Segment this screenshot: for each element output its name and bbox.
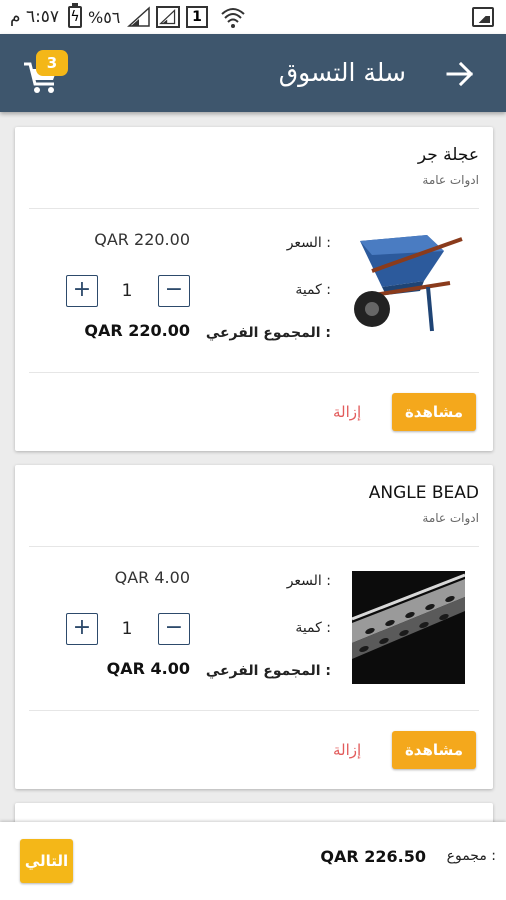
decrease-quantity-button[interactable]: − [158,613,190,645]
quantity-label: كمية : [295,620,331,636]
quantity-label: كمية : [295,282,331,298]
divider [29,372,479,373]
price-label: السعر : [286,573,331,589]
subtotal-value: QAR 220.00 [84,321,190,340]
price-value: QAR 4.00 [114,568,190,587]
battery-charging-icon [68,3,82,28]
price-label: السعر : [286,235,331,251]
increase-quantity-button[interactable]: + [66,275,98,307]
product-category: ادوات عامة [422,173,479,187]
wifi-icon [221,8,245,28]
cart-item-card: ANGLE BEAD ادوات عامة السعر : QAR 4.00 ك… [15,465,493,789]
view-button[interactable]: مشاهدة [392,731,476,769]
signal-icon [127,6,150,27]
sim-icon: 1 [186,6,208,28]
angle-bead-image [352,571,465,684]
divider [29,208,479,209]
price-value: QAR 220.00 [94,230,190,249]
cart-item-card: عجلة جر ادوات عامة السعر : QAR 220.00 كم… [15,127,493,451]
increase-quantity-button[interactable]: + [66,613,98,645]
checkout-footer: مجموع : QAR 226.50 التالي [0,822,506,900]
subtotal-value: QAR 4.00 [106,659,190,678]
quantity-value: 1 [121,281,133,301]
battery-percent: %٥٦ [88,7,121,27]
view-button[interactable]: مشاهدة [392,393,476,431]
next-button[interactable]: التالي [20,839,73,883]
page-title: سلة التسوق [278,58,406,87]
product-category: ادوات عامة [422,511,479,525]
signal-icon [156,6,180,28]
total-value: QAR 226.50 [320,847,426,866]
subtotal-label: المجموع الفرعي : [205,663,331,679]
divider [29,710,479,711]
divider [29,546,479,547]
wheelbarrow-image [354,235,463,332]
subtotal-label: المجموع الفرعي : [205,325,331,341]
decrease-quantity-button[interactable]: − [158,275,190,307]
product-name: عجلة جر [417,145,479,165]
remove-button[interactable]: إزالة [333,741,361,759]
app-bar: 3 سلة التسوق [0,34,506,112]
remove-button[interactable]: إزالة [333,403,361,421]
product-name: ANGLE BEAD [368,483,479,503]
image-icon [472,7,494,27]
quantity-value: 1 [121,619,133,639]
total-label: مجموع : [446,848,496,864]
cart-count-badge: 3 [36,50,68,76]
status-time: ٦:٥٧ م [10,7,60,27]
status-bar: ٦:٥٧ م %٥٦ 1 [0,0,506,34]
arrow-right-icon[interactable] [444,58,476,90]
